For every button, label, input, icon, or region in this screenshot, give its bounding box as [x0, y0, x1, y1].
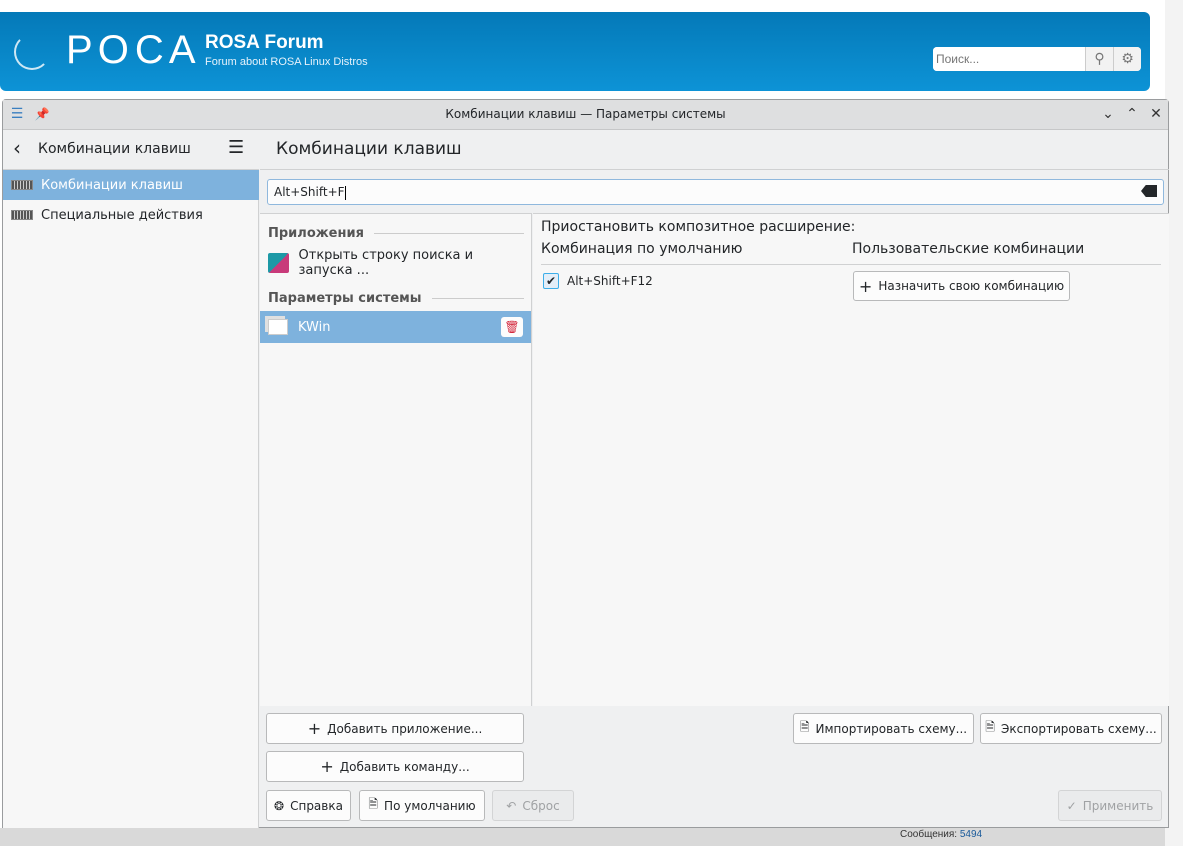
group-header-system: Параметры системы — [268, 291, 524, 306]
page-title: Комбинации клавиш — [276, 139, 462, 159]
plus-icon: + — [858, 276, 873, 296]
list-item-kwin[interactable]: KWin 🗑 — [260, 311, 531, 343]
clear-icon[interactable] — [1141, 185, 1157, 197]
forum-search-input[interactable] — [933, 47, 1085, 71]
list-item-krunner[interactable]: Открыть строку поиска и запуска ... — [260, 247, 531, 279]
gear-icon[interactable]: ⚙ — [1113, 47, 1141, 71]
shortcut-search-input[interactable]: Alt+Shift+F — [267, 179, 1164, 205]
default-column-header: Комбинация по умолчанию — [541, 241, 743, 257]
add-application-button[interactable]: + Добавить приложение... — [266, 713, 524, 744]
reset-button[interactable]: ↶ Сброс — [492, 790, 574, 821]
title-bar[interactable]: ☰ 📌 Комбинации клавиш — Параметры систем… — [3, 100, 1168, 130]
forum-subtitle: Forum about ROSA Linux Distros — [205, 56, 368, 68]
action-title: Приостановить композитное расширение: — [541, 219, 856, 235]
close-icon[interactable]: ✕ — [1147, 105, 1165, 123]
sidebar-item-shortcuts[interactable]: Комбинации клавиш — [3, 170, 259, 200]
button-label: Справка — [290, 798, 343, 813]
krunner-icon — [268, 253, 289, 273]
button-label: Добавить приложение... — [327, 721, 483, 736]
list-item-label: KWin — [298, 319, 331, 335]
delete-icon[interactable]: 🗑 — [501, 317, 523, 337]
kwin-icon — [268, 319, 288, 335]
rosa-logo-text: РОСА — [66, 28, 202, 72]
apply-button[interactable]: ✓ Применить — [1058, 790, 1162, 821]
messages-label: Сообщения: — [900, 829, 958, 840]
assign-shortcut-button[interactable]: + Назначить свою комбинацию — [853, 271, 1070, 301]
sidebar-item-special-actions[interactable]: Специальные действия — [3, 200, 259, 230]
checkmark-icon: ✓ — [1066, 798, 1077, 813]
sidebar-title: Комбинации клавиш — [38, 141, 191, 157]
add-command-button[interactable]: + Добавить команду... — [266, 751, 524, 782]
minimize-icon[interactable]: ⌄ — [1099, 105, 1117, 123]
forum-title[interactable]: ROSA Forum — [205, 32, 324, 54]
help-lifebuoy-icon: ❂ — [274, 798, 285, 813]
search-icon[interactable]: ⚲ — [1085, 47, 1113, 71]
custom-column-header: Пользовательские комбинации — [852, 241, 1085, 257]
sidebar-header: ‹ Комбинации клавиш ☰ — [3, 130, 259, 170]
shortcut-detail: Приостановить композитное расширение: Ко… — [533, 213, 1169, 706]
keyboard-icon — [11, 210, 33, 220]
search-value: Alt+Shift+F — [274, 185, 345, 199]
keyboard-icon — [11, 180, 33, 190]
button-label: По умолчанию — [384, 798, 476, 813]
messages-count: Сообщения: 5494 — [900, 829, 982, 840]
messages-value: 5494 — [959, 829, 983, 840]
document-import-icon: 🗎 — [799, 720, 810, 734]
sidebar-item-label: Специальные действия — [41, 207, 203, 223]
window-title: Комбинации клавиш — Параметры системы — [445, 107, 726, 121]
forum-footer-strip — [0, 828, 1165, 846]
back-icon[interactable]: ‹ — [13, 136, 21, 160]
button-label: Применить — [1082, 798, 1154, 813]
maximize-icon[interactable]: ⌃ — [1123, 105, 1141, 123]
button-label: Экспортировать схему... — [1000, 721, 1157, 736]
hamburger-menu-icon[interactable]: ☰ — [228, 137, 244, 158]
plus-icon: + — [320, 757, 334, 776]
button-label: Импортировать схему... — [815, 721, 968, 736]
document-export-icon: 🗎 — [985, 720, 995, 734]
list-item-label: Открыть строку поиска и запуска ... — [298, 248, 474, 278]
help-button[interactable]: ❂ Справка — [266, 790, 351, 821]
default-shortcut-checkbox[interactable]: ✔ — [543, 273, 559, 289]
page-header: Комбинации клавиш — [260, 130, 1169, 170]
plus-icon: + — [307, 719, 322, 738]
default-shortcut: Alt+Shift+F12 — [567, 274, 653, 288]
import-scheme-button[interactable]: 🗎 Импортировать схему... — [793, 713, 974, 744]
export-scheme-button[interactable]: 🗎 Экспортировать схему... — [980, 713, 1162, 744]
button-label: Добавить команду... — [339, 759, 470, 774]
document-revert-icon: 🗎 — [368, 797, 379, 811]
settings-window: ☰ 📌 Комбинации клавиш — Параметры систем… — [2, 99, 1169, 828]
forum-search: ⚲ ⚙ — [933, 47, 1141, 71]
sidebar-item-label: Комбинации клавиш — [41, 177, 183, 193]
button-label: Назначить свою комбинацию — [878, 279, 1065, 293]
component-list: Приложения Открыть строку поиска и запус… — [260, 213, 532, 706]
button-label: Сброс — [522, 798, 560, 813]
defaults-button[interactable]: 🗎 По умолчанию — [359, 790, 485, 821]
group-header-apps: Приложения — [268, 226, 524, 241]
rosa-logo-icon — [14, 34, 50, 70]
sidebar: ‹ Комбинации клавиш ☰ Комбинации клавиш … — [3, 130, 259, 828]
undo-icon: ↶ — [506, 798, 517, 813]
